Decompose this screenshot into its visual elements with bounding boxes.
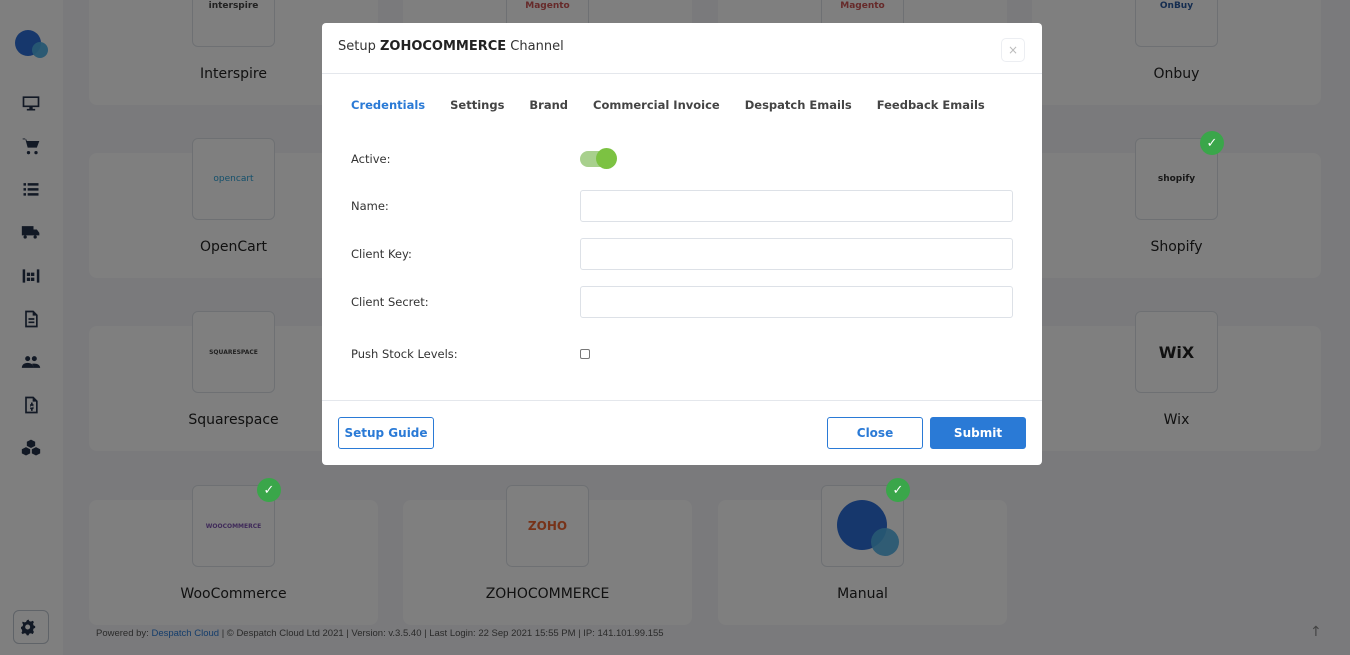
modal-title: Setup ZOHOCOMMERCE Channel (338, 39, 564, 54)
close-icon[interactable]: × (1001, 38, 1025, 62)
name-label: Name: (351, 199, 389, 213)
close-button[interactable]: Close (827, 417, 923, 449)
name-input[interactable] (580, 190, 1013, 222)
check-icon: ✓ (886, 478, 910, 502)
push-stock-label: Push Stock Levels: (351, 347, 458, 361)
tab-feedback-emails[interactable]: Feedback Emails (877, 98, 985, 112)
check-icon: ✓ (1200, 131, 1224, 155)
modal-header: Setup ZOHOCOMMERCE Channel × (322, 23, 1042, 74)
active-toggle[interactable] (580, 148, 617, 169)
setup-guide-button[interactable]: Setup Guide (338, 417, 434, 449)
tab-bar: Credentials Settings Brand Commercial In… (351, 98, 1010, 112)
tab-credentials[interactable]: Credentials (351, 98, 425, 112)
modal-footer: Setup Guide Close Submit (322, 400, 1042, 465)
client-secret-row: Client Secret: (351, 286, 1013, 318)
tab-despatch-emails[interactable]: Despatch Emails (745, 98, 852, 112)
tab-commercial-invoice[interactable]: Commercial Invoice (593, 98, 720, 112)
push-stock-checkbox[interactable] (580, 349, 590, 359)
check-icon: ✓ (257, 478, 281, 502)
active-row: Active: (351, 148, 1013, 180)
client-secret-label: Client Secret: (351, 295, 429, 309)
name-row: Name: (351, 190, 1013, 222)
active-label: Active: (351, 152, 391, 166)
tab-settings[interactable]: Settings (450, 98, 504, 112)
client-key-label: Client Key: (351, 247, 412, 261)
push-stock-row: Push Stock Levels: (351, 345, 1013, 377)
client-key-row: Client Key: (351, 238, 1013, 270)
submit-button[interactable]: Submit (930, 417, 1026, 449)
setup-channel-modal: Setup ZOHOCOMMERCE Channel × Credentials… (322, 23, 1042, 465)
tab-brand[interactable]: Brand (529, 98, 568, 112)
client-key-input[interactable] (580, 238, 1013, 270)
client-secret-input[interactable] (580, 286, 1013, 318)
